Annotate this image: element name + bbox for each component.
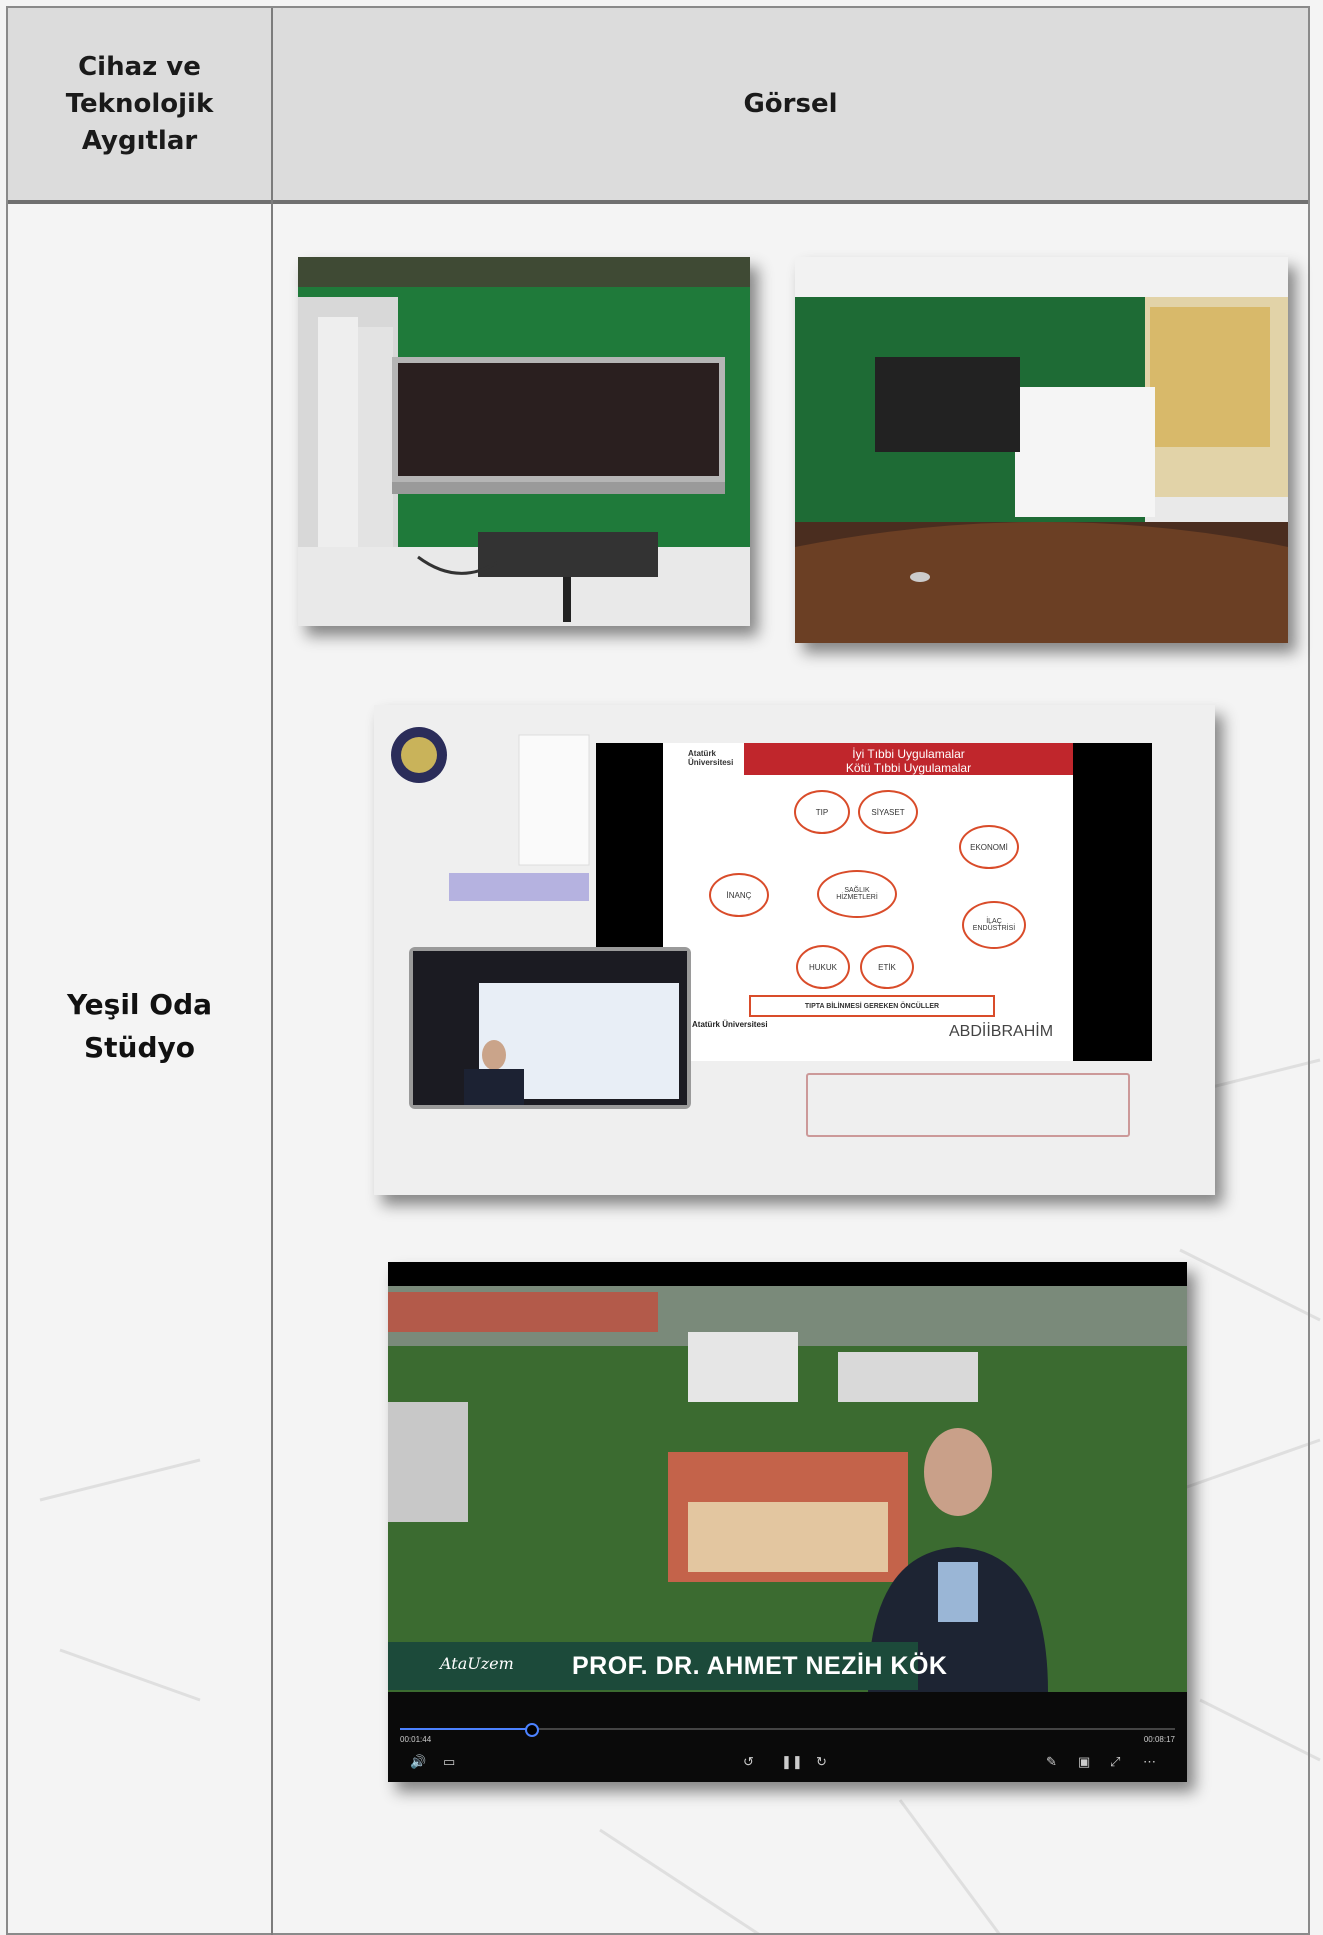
more-icon[interactable]: ⋯	[1143, 1754, 1156, 1770]
slide-university-label: Atatürk Üniversitesi	[688, 749, 734, 767]
slide-node-hukuk: HUKUK	[796, 945, 850, 989]
video-name-banner: PROF. DR. AHMET NEZİH KÖK	[572, 1652, 948, 1680]
table-header: Cihaz ve Teknolojik Aygıtlar Görsel	[8, 8, 1308, 204]
pause-icon[interactable]: ❚❚	[781, 1754, 803, 1770]
lecture-video-player: AtaUzem PROF. DR. AHMET NEZİH KÖK 00:01:…	[388, 1262, 1187, 1782]
column-divider	[271, 8, 273, 1935]
video-progress-fill	[400, 1728, 532, 1730]
video-brand-logo: AtaUzem	[440, 1654, 514, 1673]
rewind-icon[interactable]: ↺	[743, 1754, 754, 1770]
edit-icon[interactable]: ✎	[1046, 1754, 1057, 1770]
row-label-green-room-studio: Yeşil Oda Stüdyo	[66, 988, 213, 1064]
header-cell-visual: Görsel	[273, 8, 1308, 200]
pip-presenter-video	[409, 947, 691, 1109]
lecture-slide-screenshot: İyi Tıbbi Uygulamalar Kötü Tıbbi Uygulam…	[374, 705, 1215, 1195]
slide-title-line1: İyi Tıbbi Uygulamalar	[852, 747, 965, 761]
captions-icon[interactable]: ▭	[443, 1754, 455, 1770]
photo-green-room-monitor	[298, 257, 750, 626]
video-progress-knob[interactable]	[524, 1723, 539, 1737]
video-progress-bar[interactable]	[400, 1723, 1175, 1737]
forward-icon[interactable]: ↻	[816, 1754, 827, 1770]
header-visual-label: Görsel	[743, 88, 838, 119]
slide-node-etik: ETİK	[860, 945, 914, 989]
video-time-current: 00:01:44	[400, 1735, 432, 1744]
miniplayer-icon[interactable]: ▣	[1078, 1754, 1090, 1770]
video-time-total: 00:08:17	[1143, 1735, 1175, 1744]
slide-title-line2: Kötü Tıbbi Uygulamalar	[845, 761, 972, 775]
photo-conference-room	[795, 257, 1288, 643]
header-cell-devices: Cihaz ve Teknolojik Aygıtlar	[8, 8, 271, 200]
slide-footer-university: Atatürk Üniversitesi	[692, 1020, 768, 1029]
slide-sponsor-logo: ABDİİBRAHİM	[949, 1023, 1054, 1040]
slide-node-ekonomi: EKONOMİ	[959, 825, 1019, 869]
slide-node-tip: TIP	[794, 790, 850, 834]
slide-node-ilac: İLAÇ ENDÜSTRİSİ	[962, 901, 1026, 949]
slide-bottom-box: TIPTA BİLİNMESİ GEREKEN ÖNCÜLLER	[749, 995, 995, 1017]
slide-node-inanc: İNANÇ	[709, 873, 769, 917]
slide-node-saglik: SAĞLIK HİZMETLERİ	[817, 870, 897, 918]
header-devices-label: Cihaz ve Teknolojik Aygıtlar	[65, 51, 214, 156]
slide-node-siyaset: SİYASET	[858, 790, 918, 834]
volume-icon[interactable]: 🔊	[410, 1754, 426, 1770]
fullscreen-icon[interactable]: ⤢	[1110, 1754, 1120, 1770]
